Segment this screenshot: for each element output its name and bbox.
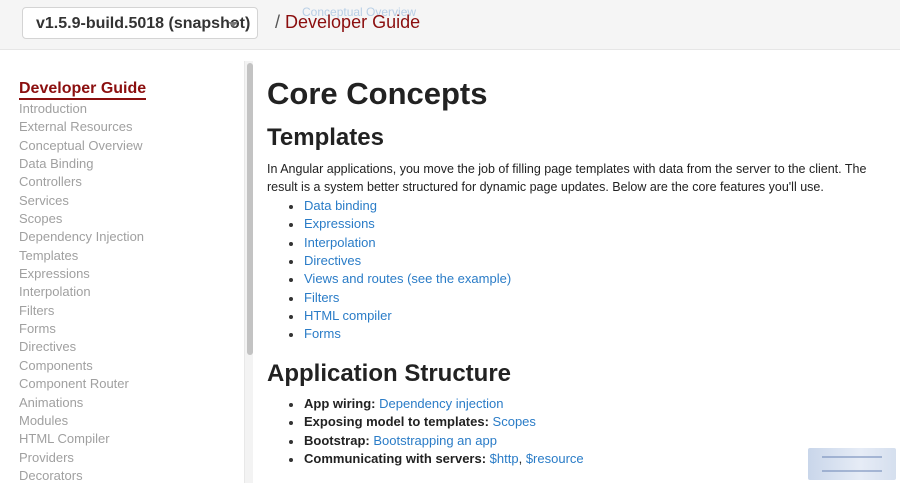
sidebar-scrollbar[interactable] xyxy=(244,61,253,483)
link-views-and-routes[interactable]: Views and routes (see the example) xyxy=(304,271,511,286)
link-scopes[interactable]: Scopes xyxy=(493,414,536,429)
top-bar: v1.5.9-build.5018 (snapshot) Conceptual … xyxy=(0,0,900,50)
sidebar-item-html-compiler[interactable]: HTML Compiler xyxy=(19,430,144,448)
sidebar-item-decorators[interactable]: Decorators xyxy=(19,467,144,483)
sidebar-item-templates[interactable]: Templates xyxy=(19,247,144,265)
sidebar-item-services[interactable]: Services xyxy=(19,192,144,210)
sidebar-item-interpolation[interactable]: Interpolation xyxy=(19,283,144,301)
link-resource[interactable]: $resource xyxy=(526,451,584,466)
link-expressions[interactable]: Expressions xyxy=(304,216,375,231)
sidebar-item-component-router[interactable]: Component Router xyxy=(19,375,144,393)
templates-heading: Templates xyxy=(267,124,384,151)
sidebar-list: Introduction External Resources Conceptu… xyxy=(19,100,144,483)
sidebar-item-animations[interactable]: Animations xyxy=(19,394,144,412)
link-dependency-injection[interactable]: Dependency injection xyxy=(379,396,503,411)
link-http[interactable]: $http xyxy=(490,451,519,466)
sidebar-item-components[interactable]: Components xyxy=(19,357,144,375)
sidebar-item-conceptual-overview[interactable]: Conceptual Overview xyxy=(19,137,144,155)
sidebar-item-expressions[interactable]: Expressions xyxy=(19,265,144,283)
sidebar-item-filters[interactable]: Filters xyxy=(19,302,144,320)
structure-term: Exposing model to templates: xyxy=(304,414,489,430)
sidebar-nav: Developer Guide Introduction External Re… xyxy=(0,51,256,483)
sidebar-item-providers[interactable]: Providers xyxy=(19,449,144,467)
sidebar-item-forms[interactable]: Forms xyxy=(19,320,144,338)
watermark-logo xyxy=(808,448,896,480)
version-select-value: v1.5.9-build.5018 (snapshot) xyxy=(36,15,251,32)
templates-intro: In Angular applications, you move the jo… xyxy=(267,162,867,195)
templates-feature-list: Data binding Expressions Interpolation D… xyxy=(286,197,511,344)
list-item: App wiring: Dependency injection xyxy=(286,395,584,413)
link-interpolation[interactable]: Interpolation xyxy=(304,235,376,250)
list-item: Directives xyxy=(286,252,511,270)
list-item: HTML compiler xyxy=(286,307,511,325)
breadcrumb-current[interactable]: Developer Guide xyxy=(285,12,420,32)
link-directives[interactable]: Directives xyxy=(304,253,361,268)
sidebar-item-controllers[interactable]: Controllers xyxy=(19,173,144,191)
list-item: Forms xyxy=(286,325,511,343)
application-structure-heading: Application Structure xyxy=(267,360,512,387)
application-structure-list: App wiring: Dependency injection Exposin… xyxy=(286,395,584,468)
sidebar-item-scopes[interactable]: Scopes xyxy=(19,210,144,228)
sidebar-item-introduction[interactable]: Introduction xyxy=(19,100,144,118)
watermark-mark xyxy=(822,456,882,472)
chevron-down-icon xyxy=(228,22,238,27)
page-title: Core Concepts xyxy=(267,76,488,111)
link-separator: , xyxy=(518,451,526,467)
list-item: Bootstrap: Bootstrapping an app xyxy=(286,432,584,450)
list-item: Filters xyxy=(286,289,511,307)
sidebar-item-data-binding[interactable]: Data Binding xyxy=(19,155,144,173)
link-bootstrapping-an-app[interactable]: Bootstrapping an app xyxy=(373,433,497,448)
sidebar-item-directives[interactable]: Directives xyxy=(19,338,144,356)
list-item: Exposing model to templates: Scopes xyxy=(286,413,584,431)
list-item: Interpolation xyxy=(286,234,511,252)
breadcrumb-separator: / xyxy=(275,12,281,32)
version-select[interactable]: v1.5.9-build.5018 (snapshot) xyxy=(22,7,258,39)
main-content: Core Concepts Templates In Angular appli… xyxy=(267,51,900,483)
sidebar-item-dependency-injection[interactable]: Dependency Injection xyxy=(19,228,144,246)
list-item: Communicating with servers: $http, $reso… xyxy=(286,450,584,468)
list-item: Data binding xyxy=(286,197,511,215)
list-item: Expressions xyxy=(286,215,511,233)
sidebar-scrollbar-thumb[interactable] xyxy=(247,63,253,355)
list-item: Views and routes (see the example) xyxy=(286,270,511,288)
structure-term: Communicating with servers: xyxy=(304,451,487,467)
link-filters[interactable]: Filters xyxy=(304,290,339,305)
link-forms[interactable]: Forms xyxy=(304,326,341,341)
structure-term: Bootstrap: xyxy=(304,432,370,448)
breadcrumb: / Developer Guide xyxy=(275,12,420,33)
sidebar-item-external-resources[interactable]: External Resources xyxy=(19,118,144,136)
sidebar-item-modules[interactable]: Modules xyxy=(19,412,144,430)
sidebar-heading[interactable]: Developer Guide xyxy=(19,80,147,100)
link-data-binding[interactable]: Data binding xyxy=(304,198,377,213)
link-html-compiler[interactable]: HTML compiler xyxy=(304,308,392,323)
structure-term: App wiring: xyxy=(304,396,376,411)
